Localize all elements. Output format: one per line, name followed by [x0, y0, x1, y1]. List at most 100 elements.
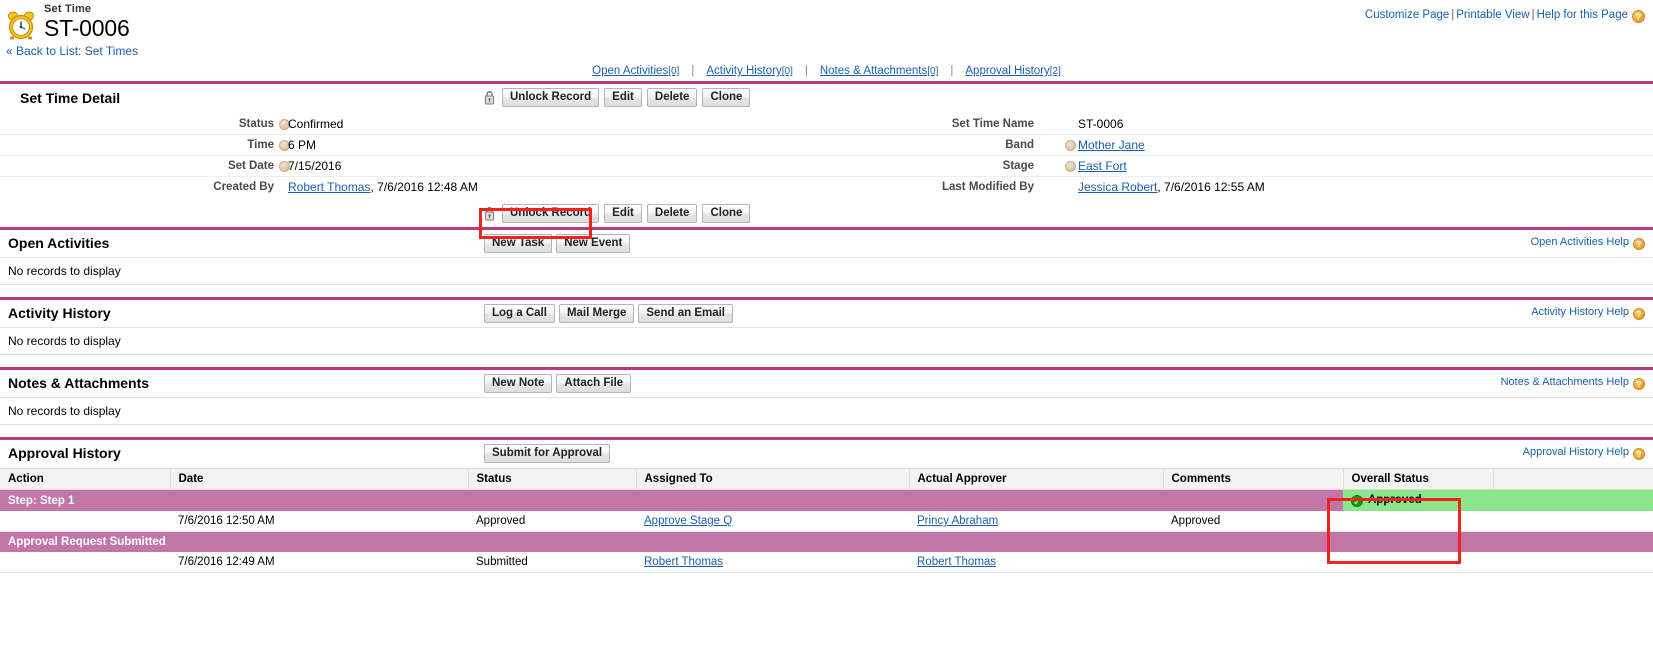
detail-button-row-bottom: Unlock Record Edit Delete Clone — [484, 204, 751, 223]
cell-overall-status — [1343, 552, 1493, 573]
detail-title: Set Time Detail — [20, 90, 121, 106]
detail-row: Time 6 PM Band Mother Jane — [0, 135, 1653, 156]
cell-comments — [1163, 552, 1343, 573]
overall-status-cell: ✓ Approved — [1343, 489, 1493, 511]
anchor-activity-history-count[interactable]: [0] — [782, 66, 793, 77]
help-icon[interactable]: ? — [1633, 308, 1645, 320]
back-to-list[interactable]: « Back to List: Set Times — [6, 44, 138, 58]
cell-actual-approver: Robert Thomas — [909, 552, 1163, 573]
col-date: Date — [170, 468, 469, 490]
approval-history-help-link[interactable]: Approval History Help — [1523, 446, 1629, 458]
delete-button-bottom[interactable]: Delete — [646, 204, 698, 223]
table-row-step: Approval Request Submitted — [0, 531, 1653, 552]
activity-history-help-link[interactable]: Activity History Help — [1531, 306, 1629, 318]
anchor-open-activities-count[interactable]: [0] — [668, 66, 679, 77]
spacer — [0, 425, 1653, 437]
help-icon[interactable]: ? — [1632, 10, 1645, 23]
new-event-button[interactable]: New Event — [556, 234, 631, 253]
col-assigned-to: Assigned To — [636, 468, 910, 490]
cell-comments: Approved — [1163, 511, 1343, 532]
open-activities-help: Open Activities Help? — [1531, 236, 1645, 250]
field-label-set-date: Set Date — [227, 160, 274, 172]
help-for-this-page-link[interactable]: Help for this Page — [1537, 9, 1628, 21]
anchor-approval-history-count[interactable]: [2] — [1050, 66, 1061, 77]
activity-history-header: Activity History Log a Call Mail Merge S… — [0, 300, 1653, 328]
field-value-last-modified-by-date: , 7/6/2016 12:55 AM — [1157, 180, 1265, 194]
help-icon[interactable]: ? — [1633, 378, 1645, 390]
delete-button-top[interactable]: Delete — [646, 88, 698, 107]
activity-history-empty: No records to display — [0, 328, 1653, 355]
cell-action — [0, 511, 170, 532]
notes-attachments-buttons: New Note Attach File — [484, 374, 632, 393]
send-an-email-button[interactable]: Send an Email — [638, 304, 733, 323]
page-title: ST-0006 — [44, 15, 130, 41]
step-label: Step: Step 1 — [0, 489, 1343, 511]
new-task-button[interactable]: New Task — [484, 234, 553, 253]
field-value-band[interactable]: Mother Jane — [1078, 138, 1145, 152]
detail-row: Created By Robert Thomas, 7/6/2016 12:48… — [0, 177, 1653, 197]
log-a-call-button[interactable]: Log a Call — [484, 304, 555, 323]
cell-overall-status — [1343, 511, 1493, 532]
detail-row: Set Date 7/15/2016 Stage East Fort — [0, 156, 1653, 177]
customize-page-link[interactable]: Customize Page — [1365, 9, 1449, 21]
cell-status: Submitted — [468, 552, 636, 573]
field-help-icon-band[interactable] — [1065, 140, 1076, 151]
field-value-stage[interactable]: East Fort — [1078, 159, 1127, 173]
edit-button-bottom[interactable]: Edit — [604, 204, 642, 223]
unlock-record-button-bottom[interactable]: Unlock Record — [502, 204, 600, 223]
notes-attachments-title: Notes & Attachments — [8, 375, 150, 391]
help-icon[interactable]: ? — [1633, 238, 1645, 250]
new-note-button[interactable]: New Note — [484, 374, 553, 393]
submit-for-approval-button[interactable]: Submit for Approval — [484, 444, 611, 463]
table-header-row: Action Date Status Assigned To Actual Ap… — [0, 468, 1653, 490]
mail-merge-button[interactable]: Mail Merge — [558, 304, 635, 323]
assigned-to-link[interactable]: Robert Thomas — [644, 556, 723, 568]
detail-row: Status Confirmed Set Time Name ST-0006 — [0, 114, 1653, 135]
padlock-icon — [484, 90, 495, 105]
field-value-created-by[interactable]: Robert Thomas — [288, 180, 370, 194]
col-blank — [1493, 468, 1653, 490]
field-value-time: 6 PM — [288, 138, 317, 152]
edit-button-top[interactable]: Edit — [604, 88, 642, 107]
activity-history-help: Activity History Help? — [1531, 306, 1645, 320]
anchor-activity-history[interactable]: Activity History — [706, 65, 781, 77]
field-value-last-modified-by[interactable]: Jessica Robert — [1078, 180, 1157, 194]
page-header: Set Time ST-0006 « Back to List: Set Tim… — [0, 0, 1653, 62]
field-label-time: Time — [247, 139, 274, 151]
clone-button-bottom[interactable]: Clone — [702, 204, 751, 223]
back-to-list-link[interactable]: Set Times — [85, 44, 138, 58]
col-status: Status — [468, 468, 637, 490]
overall-status-value: Approved — [1368, 494, 1422, 506]
approval-history-table: Action Date Status Assigned To Actual Ap… — [0, 468, 1653, 573]
notes-attachments-help-link[interactable]: Notes & Attachments Help — [1501, 376, 1629, 388]
notes-attachments-empty: No records to display — [0, 398, 1653, 425]
actual-approver-link[interactable]: Princy Abraham — [917, 515, 998, 527]
anchor-open-activities[interactable]: Open Activities — [592, 65, 668, 77]
printable-view-link[interactable]: Printable View — [1456, 9, 1529, 21]
unlock-record-button-top[interactable]: Unlock Record — [502, 88, 600, 107]
help-icon[interactable]: ? — [1633, 448, 1645, 460]
detail-button-row-bottom-wrap: Unlock Record Edit Delete Clone — [0, 197, 1653, 227]
field-label-created-by: Created By — [213, 181, 274, 193]
actual-approver-link[interactable]: Robert Thomas — [917, 556, 996, 568]
back-chevron-icon: « — [6, 44, 13, 58]
field-label-last-modified-by: Last Modified By — [941, 181, 1034, 193]
section-anchor-nav: Open Activities[0] | Activity History[0] | N… — [592, 65, 1061, 77]
activity-history-buttons: Log a Call Mail Merge Send an Email — [484, 304, 733, 323]
anchor-notes-attachments-count[interactable]: [0] — [927, 66, 938, 77]
approval-history-buttons: Submit for Approval — [484, 444, 611, 463]
field-help-icon-stage[interactable] — [1065, 161, 1076, 172]
step-label: Approval Request Submitted — [0, 531, 1653, 552]
notes-attachments-help: Notes & Attachments Help? — [1501, 376, 1645, 390]
approval-history-header: Approval History Submit for Approval App… — [0, 440, 1653, 468]
attach-file-button[interactable]: Attach File — [556, 374, 632, 393]
clone-button-top[interactable]: Clone — [702, 88, 751, 107]
approval-history-title: Approval History — [8, 445, 121, 461]
anchor-notes-attachments[interactable]: Notes & Attachments — [820, 65, 927, 77]
anchor-approval-history[interactable]: Approval History — [965, 65, 1049, 77]
open-activities-help-link[interactable]: Open Activities Help — [1531, 236, 1629, 248]
assigned-to-link[interactable]: Approve Stage Q — [644, 515, 732, 527]
cell-date: 7/6/2016 12:49 AM — [170, 552, 468, 573]
activity-history-title: Activity History — [8, 305, 111, 321]
check-circle-icon: ✓ — [1351, 495, 1363, 507]
